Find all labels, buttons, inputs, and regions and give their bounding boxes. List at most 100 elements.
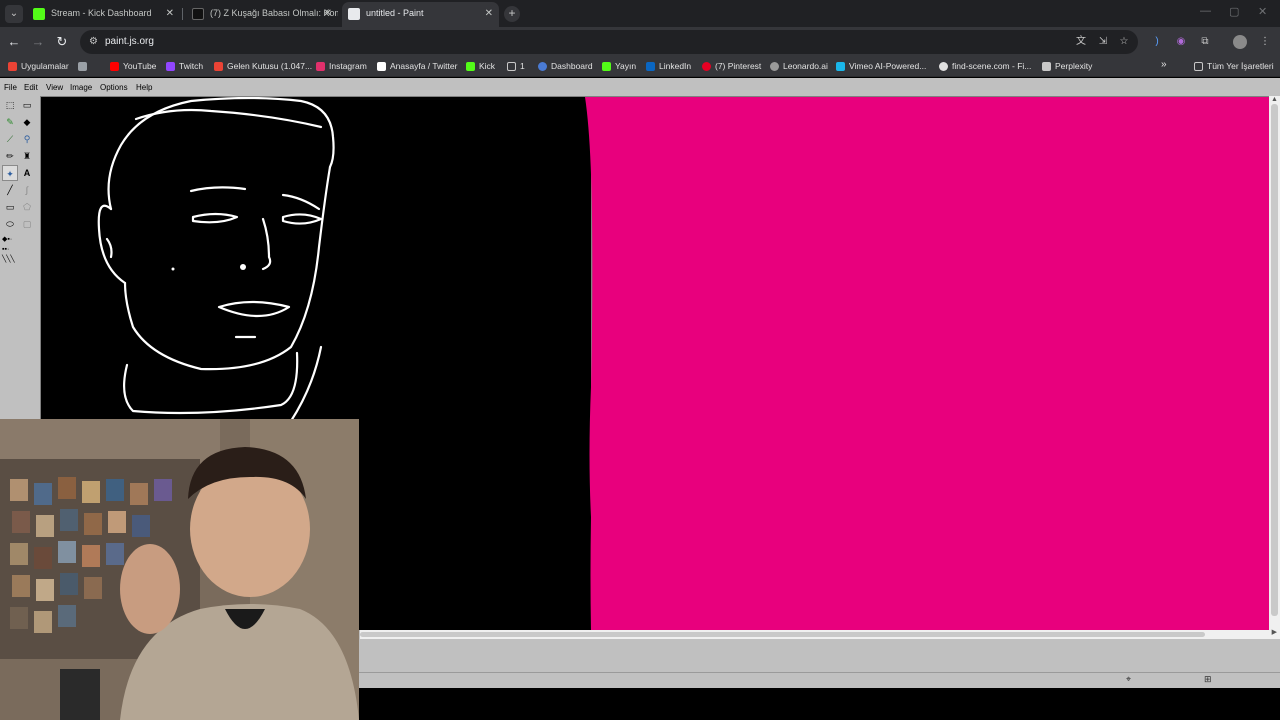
menu-view[interactable]: View: [46, 81, 63, 95]
magnifier-icon[interactable]: ⚲: [19, 131, 35, 147]
tiktok-icon: [192, 8, 204, 20]
vertical-scrollbar[interactable]: ▲: [1269, 96, 1280, 630]
minimize-icon[interactable]: —: [1200, 5, 1211, 17]
tab-title: (7) Z Kuşağı Babası Olmalı: Kom...: [210, 8, 338, 18]
airbrush-icon[interactable]: ✦: [2, 165, 18, 181]
bookmark-twitch[interactable]: Twitch: [166, 57, 203, 77]
x-icon: [377, 62, 386, 71]
bookmark-label: Kick: [479, 61, 496, 71]
findscene-icon: [939, 62, 948, 71]
kick-icon: [33, 8, 45, 20]
webcam-overlay: [0, 419, 359, 720]
bookmark-perplexity[interactable]: Perplexity: [1042, 57, 1092, 77]
bookmark-yayin[interactable]: Yayın: [602, 57, 636, 77]
forward-arrow-icon[interactable]: →: [30, 34, 46, 50]
close-tab-icon[interactable]: ✕: [166, 2, 174, 25]
site-info-icon[interactable]: ⚙: [89, 36, 101, 48]
menu-image[interactable]: Image: [70, 81, 92, 95]
rectangle-icon[interactable]: ▭: [2, 199, 18, 215]
bookmark-instagram[interactable]: Instagram: [316, 57, 367, 77]
perplexity-icon: [1042, 62, 1051, 71]
tab-kick-dashboard[interactable]: Stream - Kick Dashboard ✕: [27, 2, 180, 27]
bookmark-star-icon[interactable]: ☆: [1117, 35, 1131, 49]
extension-purple-icon[interactable]: ◉: [1174, 35, 1188, 49]
tab-paint[interactable]: untitled - Paint ✕: [342, 2, 499, 27]
bookmark-label: Tüm Yer İşaretleri: [1207, 61, 1274, 71]
line-icon[interactable]: ╱: [2, 182, 18, 198]
vimeo-icon: [836, 62, 845, 71]
ellipse-icon[interactable]: ⬭: [2, 216, 18, 232]
nostril-mark: [240, 264, 246, 270]
address-bar[interactable]: ⚙ paint.js.org: [80, 30, 1138, 54]
reload-icon[interactable]: ↻: [54, 34, 70, 50]
menu-options[interactable]: Options: [100, 81, 128, 95]
close-tab-icon[interactable]: ✕: [485, 2, 493, 25]
bookmark-linkedin[interactable]: LinkedIn: [646, 57, 691, 77]
bookmark-youtube[interactable]: YouTube: [110, 57, 156, 77]
address-url: paint.js.org: [105, 36, 154, 47]
bookmark-kick[interactable]: Kick: [466, 57, 495, 77]
close-tab-icon[interactable]: ✕: [324, 2, 332, 25]
scroll-up-icon[interactable]: ▲: [1271, 96, 1278, 103]
horizontal-scrollbar[interactable]: ▶: [360, 628, 1280, 639]
folder-icon: [1194, 62, 1203, 71]
extension-icon[interactable]: ): [1150, 35, 1164, 49]
bookmark-label: (7) Pinterest: [715, 61, 762, 71]
horizontal-scroll-thumb[interactable]: [360, 632, 1205, 637]
extensions-puzzle-icon[interactable]: ⧉: [1198, 35, 1212, 49]
menu-edit[interactable]: Edit: [24, 81, 38, 95]
brush-icon[interactable]: ♜: [19, 148, 35, 164]
bookmark-label: Uygulamalar: [21, 61, 69, 71]
new-tab-button[interactable]: +: [504, 6, 520, 22]
bookmark-gmail[interactable]: Gelen Kutusu (1.047...: [214, 57, 312, 77]
tool-options-icon[interactable]: ◆▪· ▪▪· ╲╲╲: [2, 235, 36, 271]
profile-avatar-icon[interactable]: [1233, 35, 1247, 49]
bookmark-label: Twitch: [179, 61, 204, 71]
bookmark-label: 1: [520, 61, 525, 71]
menu-help[interactable]: Help: [136, 81, 152, 95]
curve-icon[interactable]: ∫: [19, 182, 35, 198]
bookmark-label: Perplexity: [1055, 61, 1093, 71]
bookmark-label: LinkedIn: [659, 61, 692, 71]
paint-icon: [348, 8, 360, 20]
close-window-icon[interactable]: ✕: [1258, 5, 1267, 18]
person-hand: [120, 544, 180, 634]
bookmark-label: Vimeo AI-Powered...: [849, 61, 927, 71]
text-tool-icon[interactable]: A: [19, 165, 35, 181]
bookmark-twitter[interactable]: Anasayfa / Twitter: [377, 57, 457, 77]
paint-menubar: File Edit View Image Options Help: [0, 81, 1280, 95]
bookmark-dashboard[interactable]: Dashboard: [538, 57, 593, 77]
color-picker-icon[interactable]: ⟋: [2, 131, 18, 147]
pencil-icon[interactable]: ✏: [2, 148, 18, 164]
all-bookmarks-folder[interactable]: Tüm Yer İşaretleri: [1194, 57, 1274, 77]
scroll-right-icon[interactable]: ▶: [1272, 628, 1277, 636]
bookmark-folder-1[interactable]: 1: [507, 57, 525, 77]
translate-icon[interactable]: 文: [1074, 35, 1088, 49]
vertical-scroll-thumb[interactable]: [1271, 104, 1278, 616]
bookmark-pinterest[interactable]: (7) Pinterest: [702, 57, 761, 77]
rounded-rect-icon[interactable]: ▢: [19, 216, 35, 232]
maximize-icon[interactable]: ▢: [1229, 5, 1239, 18]
pinterest-icon: [702, 62, 711, 71]
free-select-icon[interactable]: ⬚: [2, 97, 18, 113]
menu-file[interactable]: File: [4, 81, 17, 95]
tab-tiktok[interactable]: (7) Z Kuşağı Babası Olmalı: Kom... ✕: [186, 2, 338, 27]
cursor-position-icon: ⌖: [1126, 674, 1132, 684]
rect-select-icon[interactable]: ▭: [19, 97, 35, 113]
canvas-pink-area: [585, 97, 1269, 630]
menu-dots-icon[interactable]: ⋮: [1258, 35, 1272, 49]
eraser-icon[interactable]: ✎: [2, 114, 18, 130]
install-app-icon[interactable]: ⇲: [1096, 35, 1110, 49]
paint-toolbox: ⬚ ▭ ✎ ◆ ⟋ ⚲ ✏ ♜ ✦ A ╱ ∫ ▭ ⬠ ⬭ ▢ ◆▪· ▪▪· ╲╲…: [0, 95, 38, 275]
bookmark-leonardo[interactable]: Leonardo.ai: [770, 57, 828, 77]
bookmark-label: Dashboard: [551, 61, 593, 71]
fill-bucket-icon[interactable]: ◆: [19, 114, 35, 130]
more-bookmarks-chevron-icon[interactable]: »: [1161, 59, 1167, 70]
back-arrow-icon[interactable]: ←: [6, 34, 22, 50]
tab-search-chevron-icon[interactable]: ⌄: [5, 5, 23, 23]
bookmark-apps[interactable]: Uygulamalar: [8, 57, 69, 77]
bookmark-grid[interactable]: [78, 57, 88, 77]
bookmark-findscene[interactable]: find-scene.com - Fi...: [939, 57, 1031, 77]
polygon-icon[interactable]: ⬠: [19, 199, 35, 215]
bookmark-vimeo[interactable]: Vimeo AI-Powered...: [836, 57, 926, 77]
